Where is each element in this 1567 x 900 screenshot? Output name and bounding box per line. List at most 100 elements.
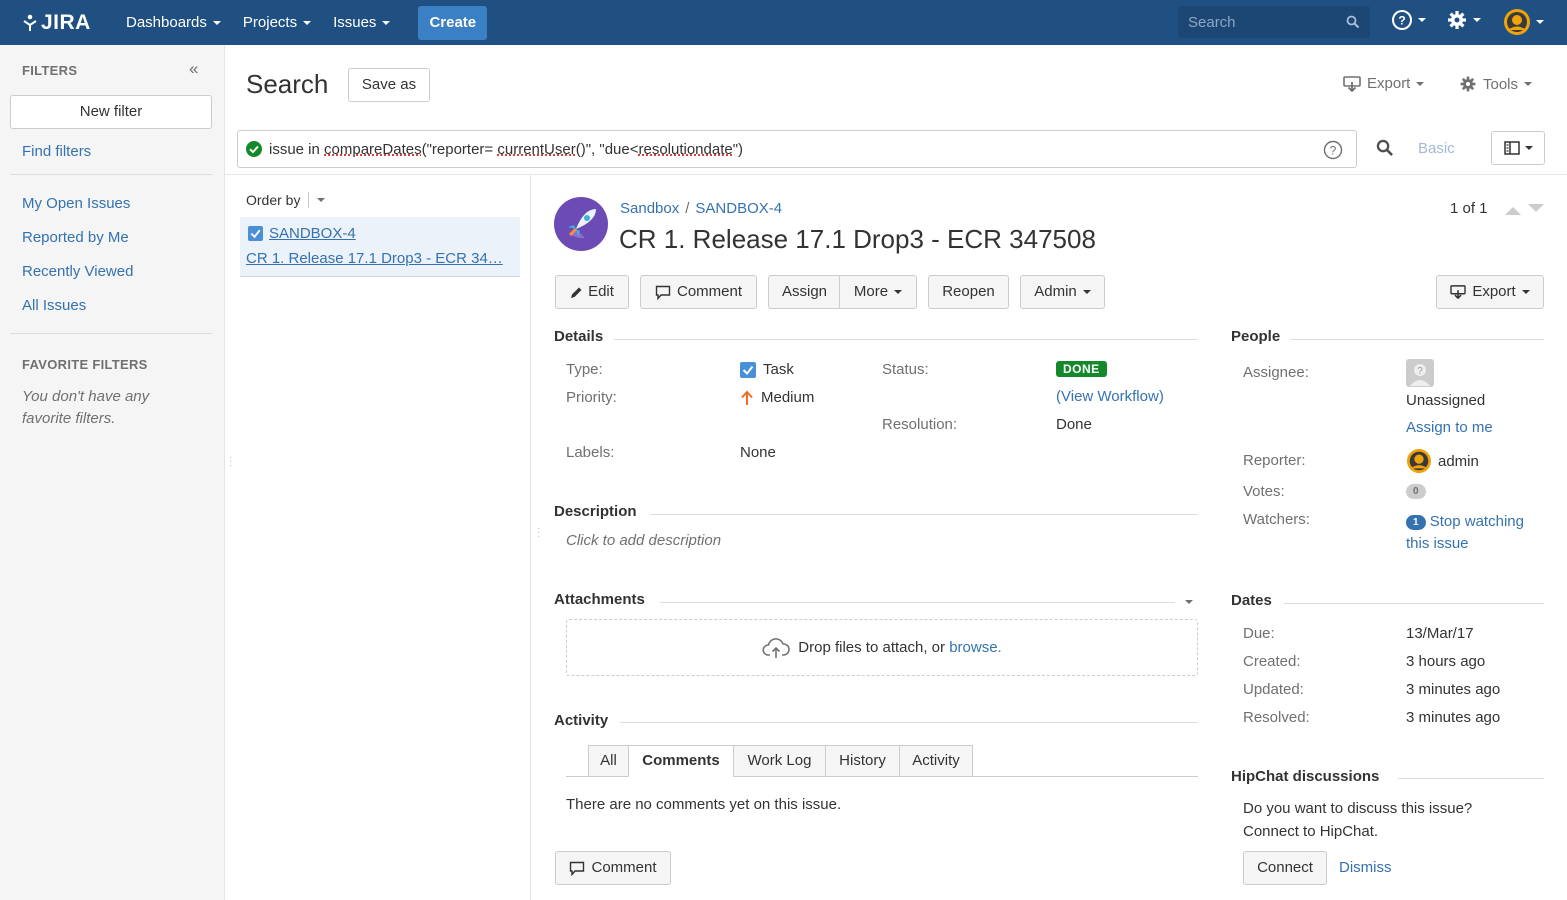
dates-heading[interactable]: Dates — [1231, 592, 1272, 609]
stop-watching-line2: this issue — [1406, 535, 1469, 552]
sidebar-item-recently-viewed[interactable]: Recently Viewed — [22, 263, 133, 280]
assign-button[interactable]: Assign — [768, 275, 840, 309]
search-input[interactable]: Search — [1178, 6, 1370, 38]
attachments-heading[interactable]: Attachments — [554, 591, 645, 608]
add-comment-button[interactable]: Comment — [555, 851, 671, 885]
people-heading[interactable]: People — [1231, 328, 1280, 345]
resolved-label: Resolved: — [1243, 709, 1310, 726]
created-label: Created: — [1243, 653, 1301, 670]
attachments-options-chevron-icon[interactable] — [1185, 600, 1193, 604]
admin-button[interactable]: Admin — [1020, 275, 1105, 309]
unassigned-avatar-icon: ? — [1406, 359, 1434, 387]
task-type-icon — [740, 361, 756, 378]
more-button[interactable]: More — [839, 275, 917, 309]
assign-to-me-link[interactable]: Assign to me — [1406, 419, 1493, 436]
collapse-sidebar-icon[interactable]: « — [189, 59, 198, 79]
comment-label: Comment — [676, 283, 743, 300]
basic-search-link[interactable]: Basic — [1418, 140, 1455, 157]
browse-link[interactable]: browse. — [949, 639, 1002, 656]
create-button[interactable]: Create — [418, 5, 488, 40]
section-divider — [614, 339, 1198, 340]
breadcrumb-issue-key[interactable]: SANDBOX-4 — [695, 200, 782, 217]
reporter-value[interactable]: admin — [1406, 448, 1479, 474]
tab-work-log[interactable]: Work Log — [733, 745, 826, 777]
tab-activity[interactable]: Activity — [899, 745, 973, 777]
breadcrumb-separator: / — [685, 200, 690, 217]
chevron-down-icon — [303, 20, 312, 25]
breadcrumb-project[interactable]: Sandbox — [620, 200, 679, 217]
edit-button[interactable]: Edit — [555, 275, 629, 309]
details-heading[interactable]: Details — [554, 328, 603, 345]
stop-watching-link[interactable]: 1 Stop watching this issue — [1406, 511, 1524, 555]
jql-part-1: ("reporter= — [421, 140, 498, 158]
labels-value[interactable]: None — [740, 444, 776, 461]
priority-value: Medium — [740, 389, 814, 406]
nav-dashboards[interactable]: Dashboards — [126, 14, 221, 31]
hipchat-connect-button[interactable]: Connect — [1243, 851, 1327, 885]
panel-resize-handle[interactable]: · · · — [537, 524, 540, 542]
type-label: Type: — [566, 361, 603, 378]
chevron-down-icon — [894, 290, 903, 294]
help-icon[interactable]: ? — [1323, 140, 1343, 160]
sidebar-item-my-open-issues[interactable]: My Open Issues — [22, 195, 130, 212]
page-title: Search — [246, 69, 329, 99]
nav-issues[interactable]: Issues — [333, 14, 391, 31]
help-menu[interactable]: ? — [1391, 9, 1426, 31]
favorite-filters-empty: You don't have any favorite filters. — [22, 388, 150, 427]
admin-label: Admin — [1034, 283, 1077, 300]
priority-medium-arrow-up-icon — [741, 390, 753, 405]
search-placeholder: Search — [1188, 13, 1236, 31]
list-item-key[interactable]: SANDBOX-4 — [269, 225, 356, 242]
order-by-control[interactable]: Order by — [246, 192, 326, 208]
comment-button[interactable]: Comment — [640, 275, 757, 309]
search-icon[interactable] — [1376, 139, 1394, 157]
reopen-button[interactable]: Reopen — [928, 275, 1009, 309]
dropzone-text: Drop files to attach, or — [798, 639, 950, 656]
type-value: Task — [740, 361, 794, 378]
issue-pager: 1 of 1 — [1450, 200, 1488, 217]
project-avatar-rocket-icon[interactable] — [554, 197, 608, 251]
list-item-summary[interactable]: CR 1. Release 17.1 Drop3 - ECR 34… — [246, 250, 518, 267]
chevron-down-icon — [212, 20, 221, 25]
activity-heading[interactable]: Activity — [554, 712, 608, 729]
jql-query-input[interactable]: issue in compareDates ("reporter= current… — [237, 130, 1357, 168]
watchers-label: Watchers: — [1243, 511, 1310, 528]
description-placeholder[interactable]: Click to add description — [566, 532, 721, 549]
tab-history[interactable]: History — [825, 745, 900, 777]
description-heading[interactable]: Description — [554, 503, 637, 520]
jira-logo[interactable]: JIRA — [22, 11, 102, 35]
next-issue-icon[interactable] — [1528, 204, 1544, 214]
list-item[interactable]: SANDBOX-4 CR 1. Release 17.1 Drop3 - ECR… — [240, 217, 520, 277]
valid-query-check-icon — [246, 141, 262, 157]
due-label: Due: — [1243, 625, 1275, 642]
votes-count-badge[interactable]: 0 — [1406, 484, 1426, 499]
nav-projects[interactable]: Projects — [243, 14, 312, 31]
sidebar-item-reported-by-me[interactable]: Reported by Me — [22, 229, 129, 246]
priority-value-text: Medium — [761, 389, 815, 406]
export-menu[interactable]: Export — [1343, 75, 1425, 92]
due-value: 13/Mar/17 — [1406, 625, 1474, 642]
layout-switcher-button[interactable] — [1491, 131, 1545, 165]
settings-menu[interactable] — [1446, 9, 1481, 31]
find-filters-link[interactable]: Find filters — [22, 143, 91, 160]
tools-menu[interactable]: Tools — [1459, 75, 1533, 93]
issue-export-button[interactable]: Export — [1436, 275, 1544, 309]
hipchat-heading[interactable]: HipChat discussions — [1231, 768, 1379, 785]
task-type-icon — [248, 226, 263, 241]
add-comment-label: Comment — [591, 859, 657, 876]
save-as-button[interactable]: Save as — [348, 68, 430, 102]
sidebar-item-all-issues[interactable]: All Issues — [22, 297, 86, 314]
attachment-dropzone[interactable]: Drop files to attach, or browse. — [566, 619, 1198, 676]
previous-issue-icon[interactable] — [1505, 205, 1521, 215]
assignee-value: Unassigned — [1406, 392, 1486, 409]
profile-menu[interactable] — [1503, 8, 1544, 36]
new-filter-button[interactable]: New filter — [10, 95, 212, 129]
hipchat-dismiss-link[interactable]: Dismiss — [1339, 859, 1392, 876]
view-workflow-link[interactable]: (View Workflow) — [1056, 388, 1164, 405]
watchers-count-badge: 1 — [1406, 514, 1426, 530]
status-label: Status: — [882, 361, 929, 378]
nav-issues-label: Issues — [333, 14, 377, 31]
tab-all[interactable]: All — [588, 745, 629, 777]
tab-comments[interactable]: Comments — [628, 745, 734, 777]
issue-title[interactable]: CR 1. Release 17.1 Drop3 - ECR 347508 — [619, 224, 1096, 255]
